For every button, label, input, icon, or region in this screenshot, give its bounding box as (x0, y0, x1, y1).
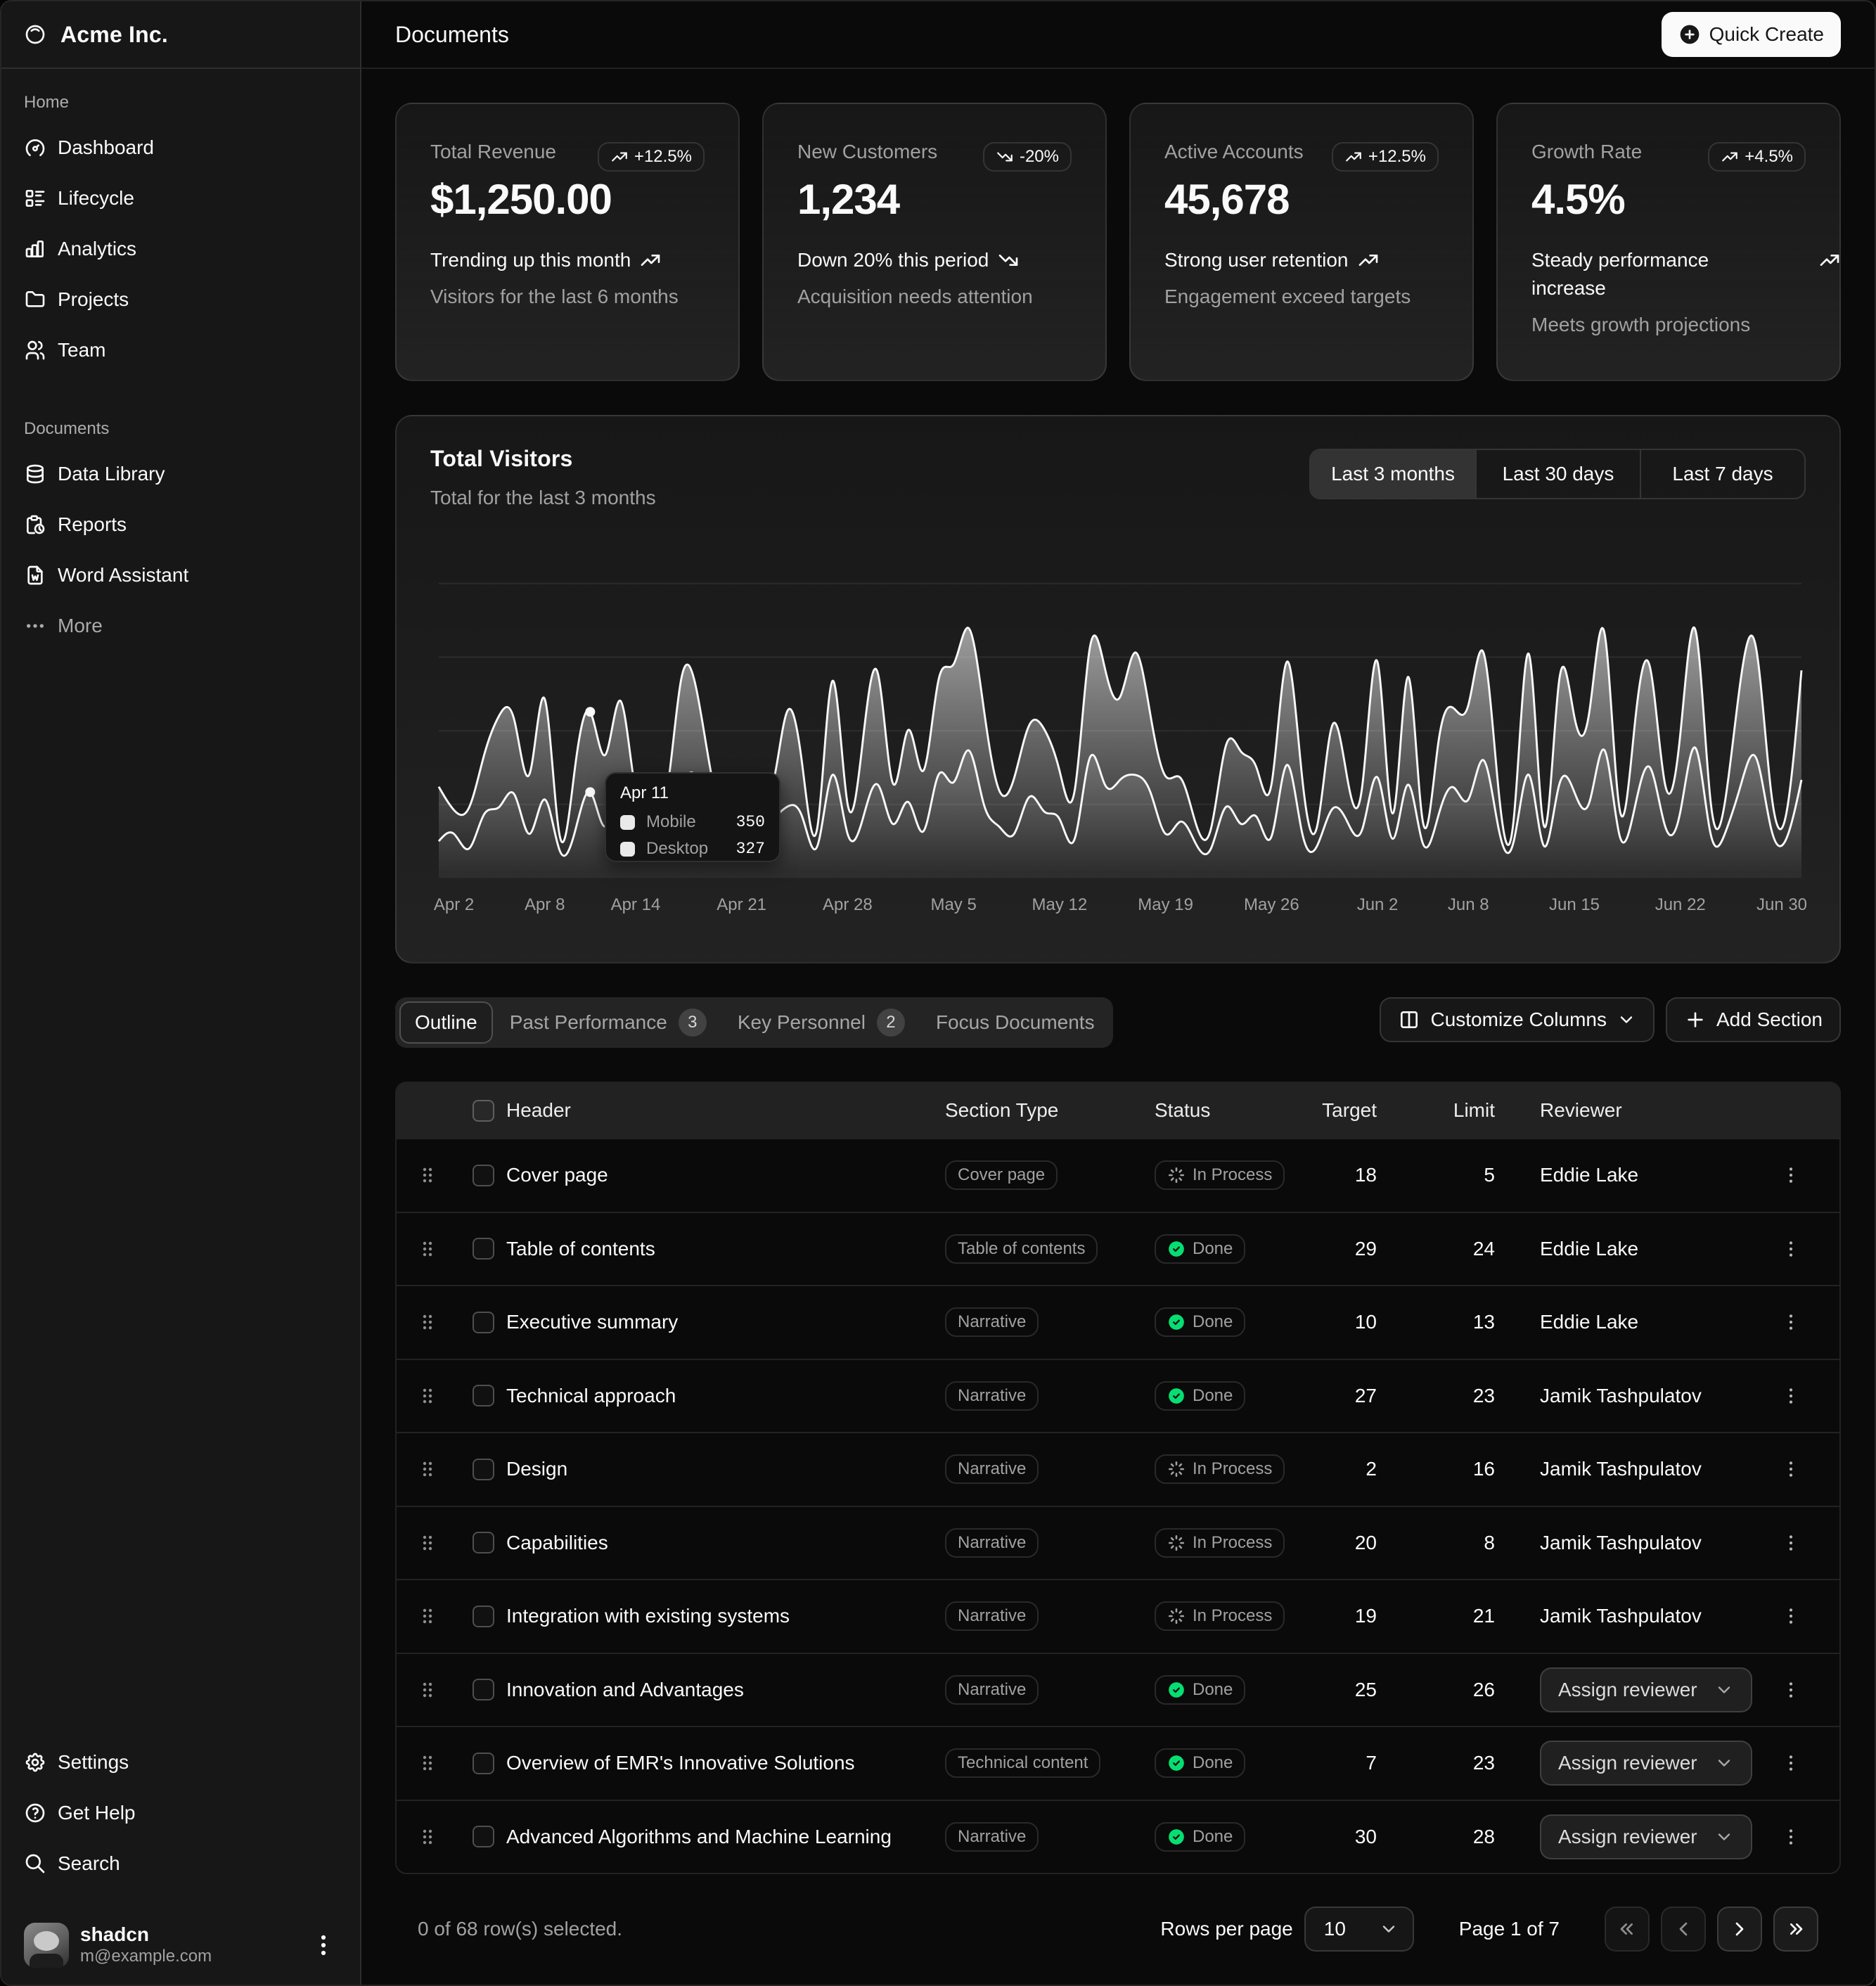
svg-text:Jun 15: Jun 15 (1549, 895, 1600, 914)
svg-text:Apr 2: Apr 2 (434, 895, 474, 914)
svg-text:May 26: May 26 (1244, 895, 1299, 914)
svg-text:Jun 30: Jun 30 (1756, 895, 1807, 914)
svg-text:Apr 8: Apr 8 (525, 895, 565, 914)
svg-text:Jun 2: Jun 2 (1357, 895, 1399, 914)
svg-text:Jun 22: Jun 22 (1655, 895, 1706, 914)
svg-text:May 19: May 19 (1138, 895, 1193, 914)
svg-text:May 12: May 12 (1032, 895, 1088, 914)
svg-text:Apr 28: Apr 28 (823, 895, 873, 914)
svg-text:Apr 21: Apr 21 (717, 895, 766, 914)
svg-text:Jun 8: Jun 8 (1448, 895, 1489, 914)
svg-text:May 5: May 5 (930, 895, 976, 914)
svg-text:Apr 14: Apr 14 (611, 895, 661, 914)
